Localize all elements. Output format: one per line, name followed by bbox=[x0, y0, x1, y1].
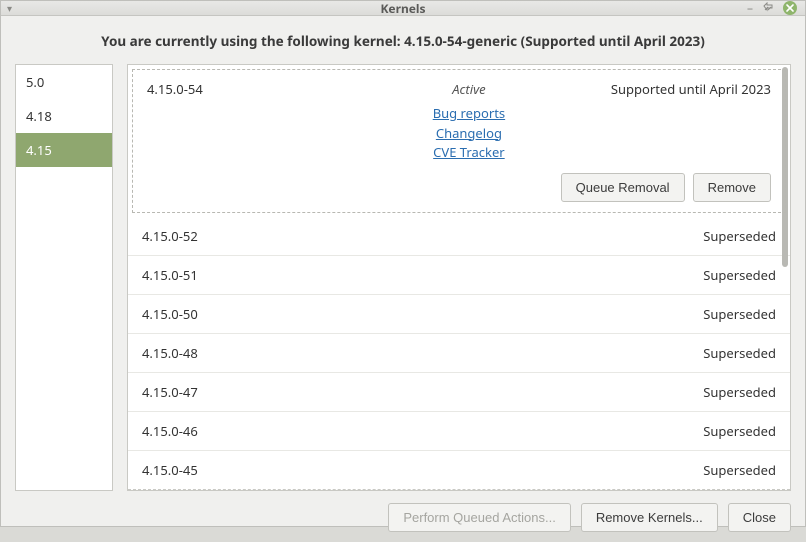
sidebar-item-4-15[interactable]: 4.15 bbox=[16, 133, 112, 167]
minimize-icon[interactable]: – bbox=[747, 2, 753, 14]
bug-reports-link[interactable]: Bug reports bbox=[327, 104, 611, 124]
remove-button[interactable]: Remove bbox=[693, 173, 771, 202]
app-menu-icon[interactable]: ▾ bbox=[7, 1, 12, 15]
kernel-row-version: 4.15.0-46 bbox=[142, 422, 703, 440]
window-title: Kernels bbox=[1, 0, 805, 17]
sidebar-item-5-0[interactable]: 5.0 bbox=[16, 65, 112, 99]
remove-kernels-button[interactable]: Remove Kernels... bbox=[581, 503, 718, 532]
active-kernel-actions: Queue Removal Remove bbox=[147, 173, 771, 202]
kernel-row-status: Superseded bbox=[703, 227, 776, 245]
page-title: You are currently using the following ke… bbox=[15, 32, 791, 50]
kernel-row-status: Superseded bbox=[703, 305, 776, 323]
close-icon[interactable] bbox=[783, 1, 797, 15]
kernel-row[interactable]: 4.15.0-51 Superseded bbox=[128, 256, 790, 295]
active-kernel-card: 4.15.0-54 Active Bug reports Changelog C… bbox=[132, 69, 786, 213]
kernel-row-version: 4.15.0-50 bbox=[142, 305, 703, 323]
cve-tracker-link[interactable]: CVE Tracker bbox=[327, 143, 611, 163]
footer-actions: Perform Queued Actions... Remove Kernels… bbox=[15, 491, 791, 532]
active-kernel-version: 4.15.0-54 bbox=[147, 80, 327, 98]
kernel-rows: 4.15.0-52 Superseded 4.15.0-51 Supersede… bbox=[128, 217, 790, 490]
kernel-row-version: 4.15.0-47 bbox=[142, 383, 703, 401]
changelog-link[interactable]: Changelog bbox=[327, 124, 611, 144]
kernel-row-status: Superseded bbox=[703, 461, 776, 479]
kernel-row-version: 4.15.0-45 bbox=[142, 461, 703, 479]
active-kernel-status: Active bbox=[327, 80, 611, 98]
kernel-row-version: 4.15.0-52 bbox=[142, 227, 703, 245]
kernel-row-status: Superseded bbox=[703, 422, 776, 440]
perform-queued-actions-button[interactable]: Perform Queued Actions... bbox=[388, 503, 570, 532]
kernel-row[interactable]: 4.15.0-46 Superseded bbox=[128, 412, 790, 451]
kernel-row[interactable]: 4.15.0-52 Superseded bbox=[128, 217, 790, 256]
kernel-row[interactable]: 4.15.0-47 Superseded bbox=[128, 373, 790, 412]
kernel-row-status: Superseded bbox=[703, 383, 776, 401]
kernel-row-version: 4.15.0-48 bbox=[142, 344, 703, 362]
maximize-icon[interactable] bbox=[763, 2, 773, 14]
window-controls: – bbox=[747, 1, 805, 15]
active-kernel-support: Supported until April 2023 bbox=[611, 80, 771, 98]
titlebar: ▾ Kernels – bbox=[1, 1, 805, 16]
panes: 5.0 4.18 4.15 4.15.0-54 Active Bug repor… bbox=[15, 64, 791, 491]
kernel-row-status: Superseded bbox=[703, 344, 776, 362]
kernel-series-sidebar: 5.0 4.18 4.15 bbox=[15, 64, 113, 491]
content: You are currently using the following ke… bbox=[1, 16, 805, 542]
sidebar-item-4-18[interactable]: 4.18 bbox=[16, 99, 112, 133]
queue-removal-button[interactable]: Queue Removal bbox=[561, 173, 685, 202]
kernel-row-status: Superseded bbox=[703, 266, 776, 284]
kernel-list-panel: 4.15.0-54 Active Bug reports Changelog C… bbox=[127, 64, 791, 491]
kernel-row[interactable]: 4.15.0-45 Superseded bbox=[128, 451, 790, 490]
active-kernel-header: 4.15.0-54 Active Bug reports Changelog C… bbox=[147, 80, 771, 163]
window: ▾ Kernels – You are currently using the … bbox=[0, 0, 806, 527]
kernel-row[interactable]: 4.15.0-48 Superseded bbox=[128, 334, 790, 373]
active-kernel-center: Active Bug reports Changelog CVE Tracker bbox=[327, 80, 611, 163]
kernel-row-version: 4.15.0-51 bbox=[142, 266, 703, 284]
kernel-row[interactable]: 4.15.0-50 Superseded bbox=[128, 295, 790, 334]
close-button[interactable]: Close bbox=[728, 503, 791, 532]
